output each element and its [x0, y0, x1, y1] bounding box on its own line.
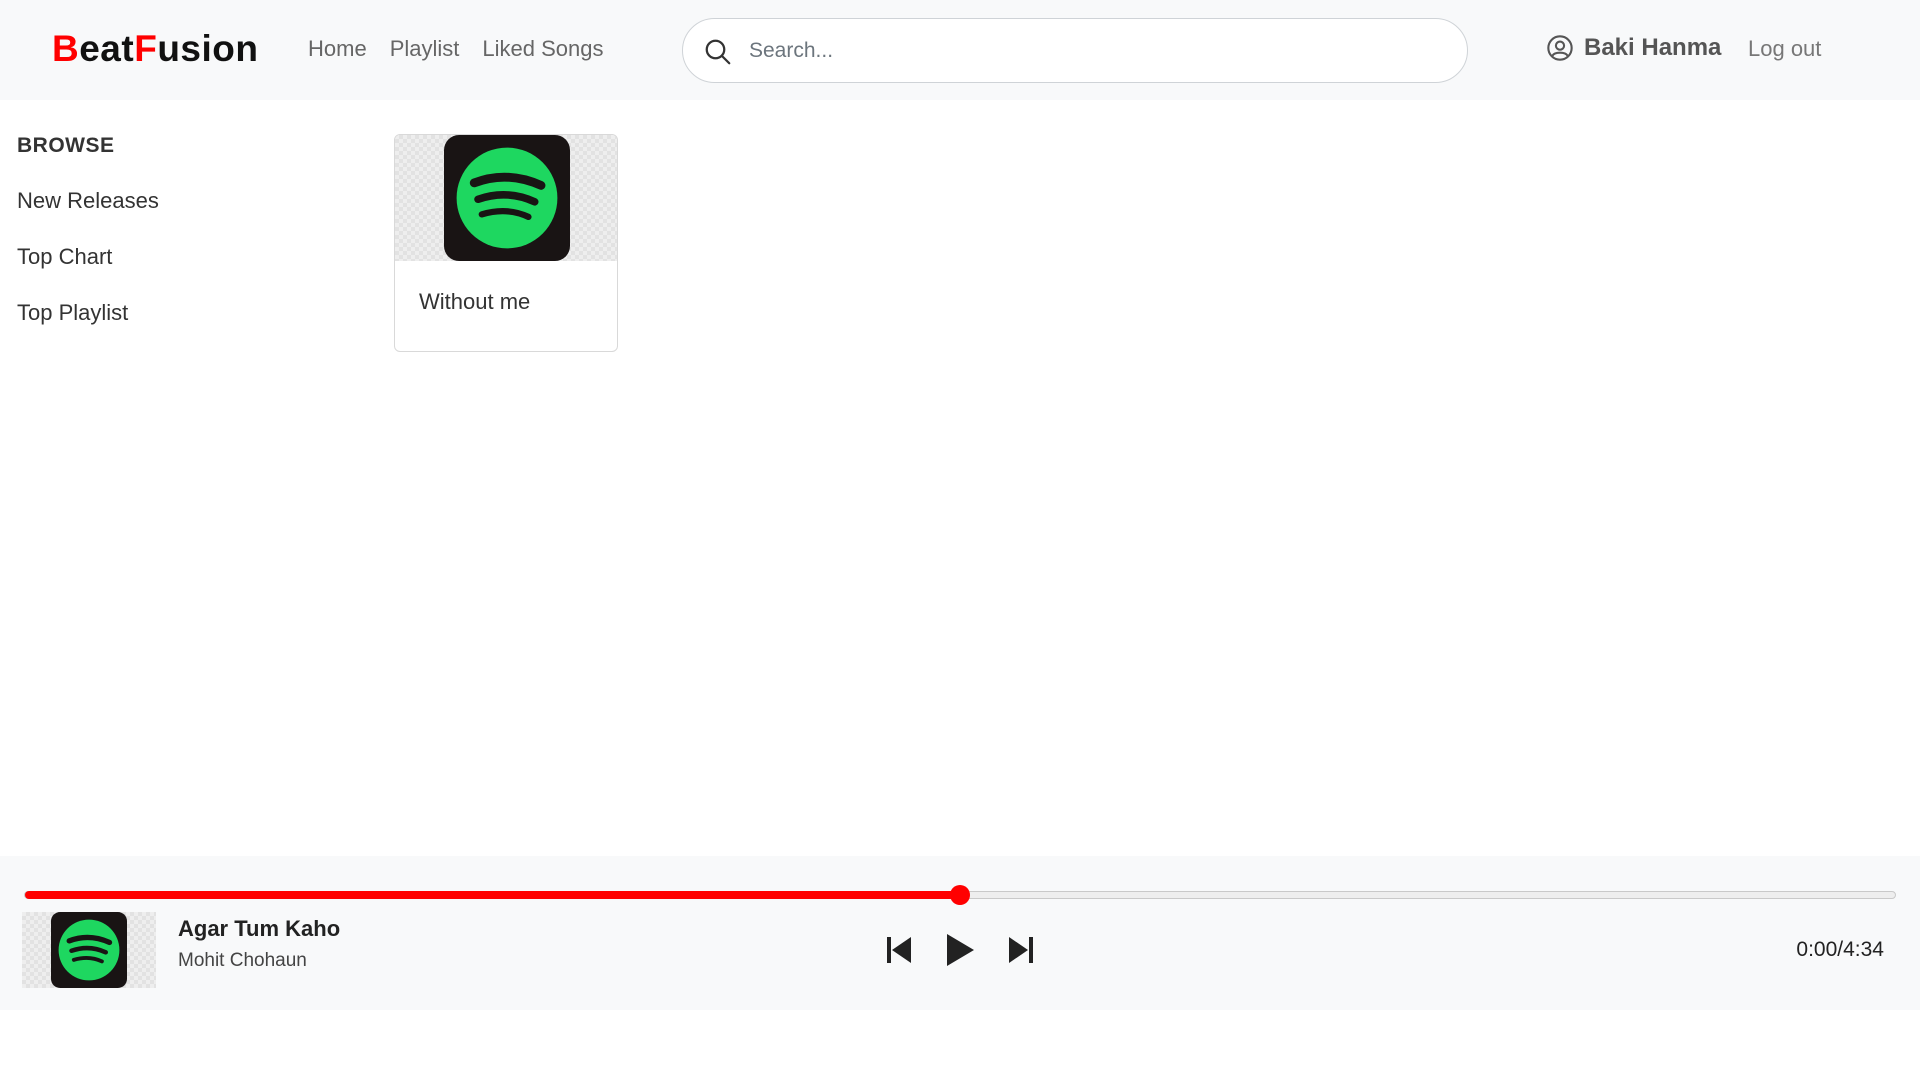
user-profile[interactable]: Baki Hanma: [1546, 34, 1721, 62]
now-playing-art: [22, 912, 156, 988]
skip-previous-icon[interactable]: [886, 935, 912, 965]
user-name: Baki Hanma: [1584, 34, 1722, 61]
brand-letter-b: B: [52, 28, 80, 69]
sidebar-item-new-releases[interactable]: New Releases: [17, 188, 317, 214]
time-display: 0:00/4:34: [1796, 938, 1884, 961]
song-card-title: Without me: [419, 289, 531, 314]
nav-home-link[interactable]: Home: [308, 36, 367, 62]
nav-liked-songs-link[interactable]: Liked Songs: [482, 36, 603, 62]
play-icon[interactable]: [944, 932, 976, 968]
progress-fill: [25, 891, 960, 899]
sidebar-item-top-playlist[interactable]: Top Playlist: [17, 300, 317, 326]
song-card-art: [395, 135, 617, 261]
sidebar: BROWSE New Releases Top Chart Top Playli…: [17, 134, 317, 326]
now-playing-title: Agar Tum Kaho: [178, 916, 341, 941]
search-input[interactable]: [749, 33, 1439, 69]
nav-playlist-link[interactable]: Playlist: [390, 36, 460, 62]
sidebar-item-top-chart[interactable]: Top Chart: [17, 244, 317, 270]
user-circle-icon: [1547, 35, 1573, 61]
nav-links: Home Playlist Liked Songs: [308, 36, 603, 62]
music-player: Agar Tum Kaho Mohit Chohaun 0:00/4:34: [0, 856, 1920, 1010]
progress-slider[interactable]: [24, 885, 1896, 905]
brand-text-1: eat: [79, 28, 135, 69]
skip-next-icon[interactable]: [1008, 935, 1034, 965]
search-icon: [705, 39, 731, 65]
navbar: BeatFusion Home Playlist Liked Songs Bak…: [0, 0, 1920, 100]
search-bar[interactable]: [682, 18, 1468, 83]
brand-logo[interactable]: BeatFusion: [52, 28, 259, 70]
playback-controls: [886, 932, 1034, 968]
spotify-logo-icon: [51, 912, 127, 988]
now-playing-artist: Mohit Chohaun: [178, 950, 307, 971]
brand-letter-f: F: [134, 28, 158, 69]
sidebar-heading: BROWSE: [17, 134, 115, 157]
song-card[interactable]: Without me: [394, 134, 618, 352]
progress-thumb[interactable]: [950, 885, 970, 905]
spotify-logo-icon: [444, 135, 570, 261]
brand-text-2: usion: [157, 28, 259, 69]
logout-link[interactable]: Log out: [1748, 36, 1821, 62]
